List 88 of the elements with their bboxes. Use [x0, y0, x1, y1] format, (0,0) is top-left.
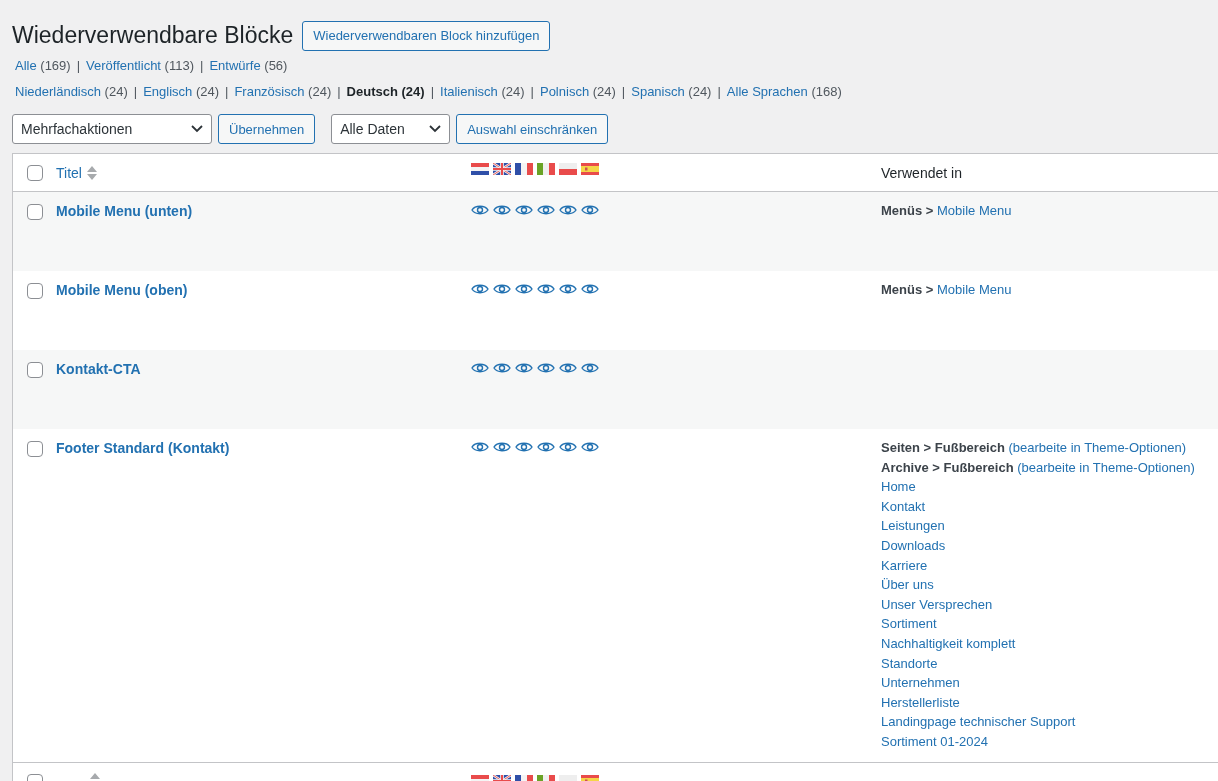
page-link[interactable]: Downloads	[881, 537, 946, 553]
separator: |	[132, 83, 139, 99]
page-link[interactable]: Karriere	[881, 557, 928, 573]
page-link[interactable]: Kontakt	[881, 498, 926, 514]
page-link[interactable]: Nachhaltigkeit komplett	[881, 635, 1016, 651]
filter-link[interactable]: Englisch (24)	[143, 83, 219, 99]
separator: |	[620, 83, 627, 99]
page-link[interactable]: Landingpage technischer Support	[881, 714, 1076, 730]
page-link[interactable]: Unser Versprechen	[881, 596, 993, 612]
separator: |	[224, 83, 230, 99]
page-link[interactable]: Home	[881, 479, 916, 495]
flag-icon	[493, 162, 511, 175]
separator: |	[199, 57, 205, 73]
eye-icon[interactable]	[471, 203, 489, 217]
eye-icon[interactable]	[493, 203, 511, 217]
page-link[interactable]: Sortiment 01-2024	[881, 733, 988, 749]
flag-icon	[537, 162, 555, 175]
eye-icon[interactable]	[471, 282, 489, 296]
page-link[interactable]: Herstellerliste	[881, 694, 960, 710]
eye-icon[interactable]	[493, 440, 511, 454]
usage-path: Seiten > Fußbereich (bearbeite in Theme-Optionen)	[881, 439, 1188, 457]
page-link[interactable]: Über uns	[881, 577, 934, 593]
filter-link[interactable]: Spanisch (24)	[631, 83, 712, 99]
eye-icon[interactable]	[493, 282, 511, 296]
flag-icon	[581, 162, 599, 175]
checkbox[interactable]	[26, 441, 43, 457]
flag-icon	[515, 162, 533, 175]
page-link[interactable]: Unternehmen	[881, 675, 960, 691]
page-link[interactable]: Standorte	[881, 655, 938, 671]
separator: |	[75, 57, 82, 73]
column-header: Verwendet in	[881, 164, 962, 181]
usage-path: Menüs > Mobile Menu	[881, 281, 1013, 299]
checkbox[interactable]	[26, 283, 43, 299]
eye-icon[interactable]	[537, 203, 555, 217]
eye-icon[interactable]	[537, 282, 555, 296]
eye-icon[interactable]	[471, 361, 489, 375]
block-title-link[interactable]: Mobile Menu (oben)	[56, 282, 188, 298]
filter-link[interactable]: Niederländisch (24)	[15, 83, 128, 99]
filter-link[interactable]: Entwürfe (56)	[209, 57, 288, 73]
flag-icon	[559, 162, 577, 175]
usage-path: Menüs > Mobile Menu	[881, 202, 1013, 220]
checkbox[interactable]	[26, 362, 43, 378]
page-title: Wiederverwendbare Blöcke	[12, 22, 294, 49]
separator: |	[429, 83, 436, 99]
flag-icon	[471, 162, 489, 175]
eye-icon[interactable]	[515, 440, 533, 454]
filter-button[interactable]: Auswahl einschränken	[456, 114, 609, 144]
eye-icon[interactable]	[581, 282, 599, 296]
eye-icon[interactable]	[515, 203, 533, 217]
block-title-link[interactable]: Kontakt-CTA	[56, 361, 141, 377]
add-block-button[interactable]: Wiederverwendbaren Block hinzufügen	[302, 20, 551, 51]
eye-icon[interactable]	[493, 361, 511, 375]
block-title-link[interactable]: Footer Standard (Kontakt)	[56, 440, 230, 456]
dropdown[interactable]: Mehrfachaktionen	[12, 114, 212, 144]
filter-link[interactable]: Italienisch (24)	[440, 83, 525, 99]
filter-link[interactable]: Alle (169)	[15, 57, 71, 73]
page-link[interactable]: Sortiment	[881, 616, 937, 632]
filter-link[interactable]: Französisch (24)	[234, 83, 332, 99]
page-link[interactable]: Leistungen	[881, 518, 945, 534]
chevron-icon	[429, 125, 442, 133]
filter-link[interactable]: Alle Sprachen (168)	[726, 83, 842, 99]
block-title-link[interactable]: Mobile Menu (unten)	[56, 203, 193, 219]
eye-icon[interactable]	[581, 203, 599, 217]
eye-icon[interactable]	[537, 440, 555, 454]
apply-button[interactable]: Übernehmen	[218, 114, 316, 144]
dropdown[interactable]: Alle Daten	[331, 114, 451, 144]
filter-link[interactable]: Veröffentlicht (113)	[86, 57, 194, 73]
separator: |	[529, 83, 535, 99]
checkbox[interactable]	[26, 165, 43, 181]
filter-link[interactable]: Deutsch (24)	[346, 83, 425, 99]
eye-icon[interactable]	[581, 440, 599, 454]
eye-icon[interactable]	[559, 282, 577, 296]
separator: |	[336, 83, 342, 99]
filter-link[interactable]: Polnisch (24)	[539, 83, 616, 99]
eye-icon[interactable]	[537, 361, 555, 375]
eye-icon[interactable]	[515, 361, 533, 375]
eye-icon[interactable]	[559, 440, 577, 454]
eye-icon[interactable]	[559, 203, 577, 217]
sortable-column-header[interactable]: Titel	[56, 164, 97, 181]
eye-icon[interactable]	[471, 440, 489, 454]
sort-icon	[86, 165, 97, 180]
eye-icon[interactable]	[515, 282, 533, 296]
eye-icon[interactable]	[559, 361, 577, 375]
chevron-icon	[191, 125, 203, 133]
separator: |	[716, 83, 722, 99]
eye-icon[interactable]	[581, 361, 599, 375]
usage-path: Archive > Fußbereich (bearbeite in Theme-Optionen)	[881, 458, 1196, 477]
checkbox[interactable]	[26, 204, 43, 220]
